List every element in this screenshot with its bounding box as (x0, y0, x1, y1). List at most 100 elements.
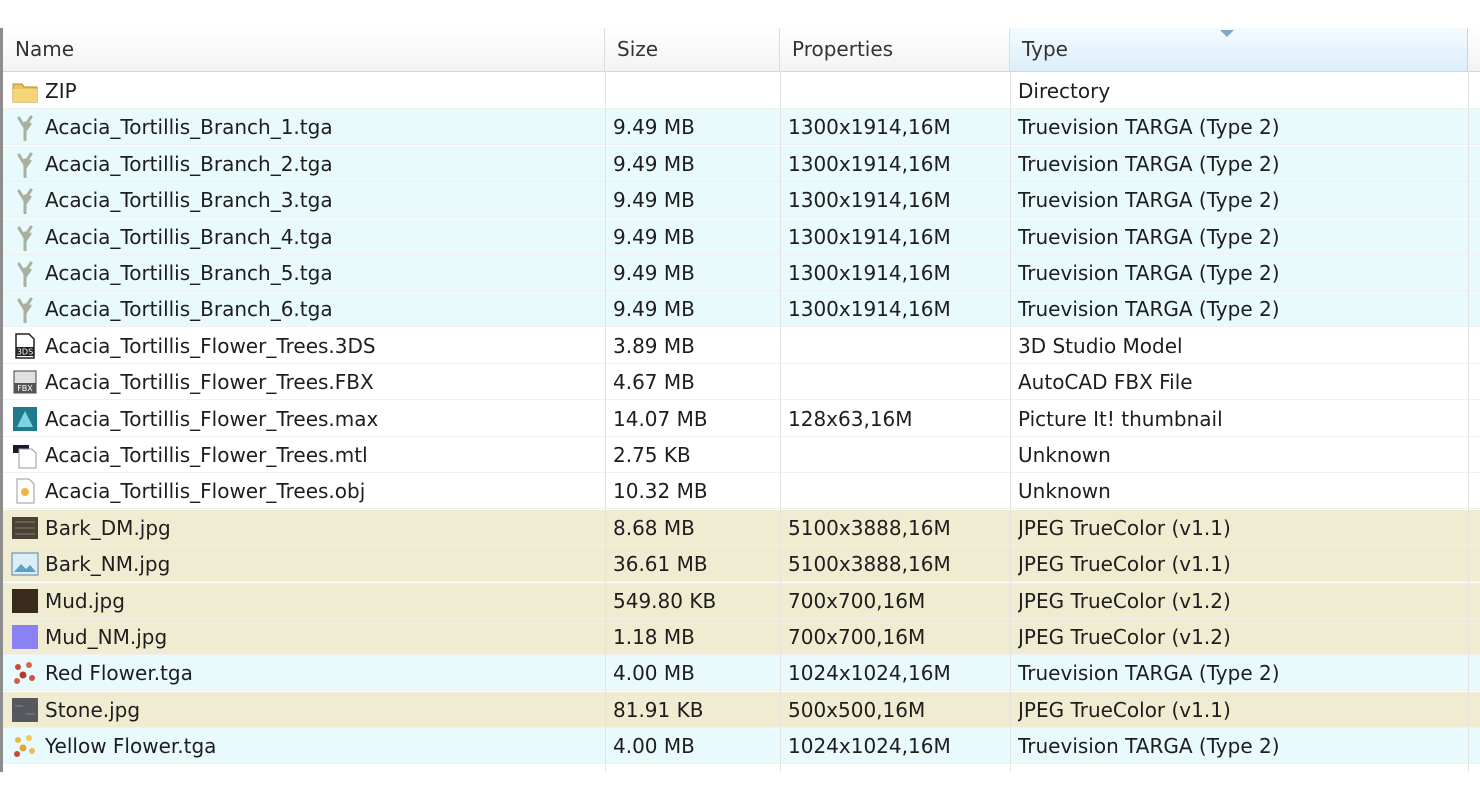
folder-icon (11, 77, 39, 105)
file-row[interactable]: FBX Acacia_Tortillis_Flower_Trees.FBX 4.67… (3, 364, 1480, 401)
yellow-flower-thumbnail-icon (11, 732, 39, 760)
file-size: 2.75 KB (613, 443, 691, 467)
file-name: Acacia_Tortillis_Flower_Trees.max (45, 406, 379, 431)
file-properties: 1300x1914,16M (788, 261, 951, 285)
file-name: Acacia_Tortillis_Flower_Trees.mtl (45, 443, 368, 467)
file-row[interactable]: Yellow Flower.tga 4.00 MB 1024x1024,16M Tru… (3, 728, 1480, 765)
column-header-name[interactable]: Name (3, 28, 605, 71)
file-row[interactable]: Acacia_Tortillis_Branch_2.tga 9.49 MB 1300… (3, 145, 1480, 182)
mtl-file-icon (11, 441, 39, 469)
file-size: 1.18 MB (613, 625, 695, 649)
file-type: JPEG TrueColor (v1.2) (1018, 588, 1231, 613)
column-header-size[interactable]: Size (605, 28, 780, 71)
file-row[interactable]: Mud.jpg 549.80 KB 700x700,16M JPEG TrueColo… (3, 582, 1480, 619)
file-type: Truevision TARGA (Type 2) (1018, 734, 1280, 759)
file-properties: 1300x1914,16M (788, 188, 951, 213)
file-properties (788, 73, 1003, 109)
file-name: Acacia_Tortillis_Branch_2.tga (45, 151, 333, 176)
file-properties: 1300x1914,16M (788, 224, 951, 249)
file-name: Stone.jpg (45, 697, 141, 722)
file-row[interactable]: Bark_DM.jpg 8.68 MB 5100x3888,16M JPEG True… (3, 509, 1480, 546)
file-size: 3.89 MB (613, 333, 695, 358)
file-type: Unknown (1018, 479, 1111, 504)
file-type: Unknown (1018, 443, 1111, 467)
branch-thumbnail-icon (11, 295, 39, 324)
file-row[interactable]: Acacia_Tortillis_Branch_6.tga 9.49 MB 1300… (3, 291, 1480, 328)
file-row[interactable]: Acacia_Tortillis_Branch_1.tga 9.49 MB 1300… (3, 109, 1480, 146)
file-row[interactable]: Acacia_Tortillis_Flower_Trees.max 14.07 M… (3, 401, 1480, 437)
file-row[interactable]: Red Flower.tga 4.00 MB 1024x1024,16M Truevi… (3, 655, 1480, 692)
normal-map-thumbnail-icon (11, 623, 39, 651)
file-name: Acacia_Tortillis_Branch_3.tga (45, 188, 333, 213)
file-properties (788, 437, 1003, 473)
image-file-icon (11, 550, 39, 578)
file-properties: 1024x1024,16M (788, 661, 951, 686)
stone-thumbnail-icon (11, 696, 39, 724)
column-header-row: Name Size Properties Type (3, 28, 1480, 72)
file-properties: 5100x3888,16M (788, 515, 951, 540)
file-name: Mud_NM.jpg (45, 625, 168, 649)
branch-thumbnail-icon (11, 223, 39, 252)
file-type: Directory (1018, 79, 1111, 103)
3ds-file-icon: 3DS (11, 332, 39, 360)
file-type: JPEG TrueColor (v1.1) (1018, 515, 1231, 540)
file-name: Acacia_Tortillis_Flower_Trees.FBX (45, 370, 374, 395)
file-properties: 700x700,16M (788, 625, 926, 649)
file-type: Truevision TARGA (Type 2) (1018, 115, 1280, 140)
file-size: 81.91 KB (613, 697, 704, 722)
file-size: 9.49 MB (613, 297, 695, 322)
file-size: 9.49 MB (613, 188, 695, 213)
file-row[interactable]: Acacia_Tortillis_Flower_Trees.obj 10.32 M… (3, 473, 1480, 510)
column-divider (1468, 71, 1469, 772)
column-header-type-label: Type (1022, 37, 1068, 61)
file-row[interactable]: Bark_NM.jpg 36.61 MB 5100x3888,16M JPEG Tru… (3, 546, 1480, 583)
branch-thumbnail-icon (11, 259, 39, 288)
file-type: JPEG TrueColor (v1.1) (1018, 552, 1231, 577)
file-size: 9.49 MB (613, 224, 695, 249)
file-size: 4.00 MB (613, 734, 695, 759)
file-size: 9.49 MB (613, 115, 695, 140)
sort-descending-icon (1220, 30, 1234, 37)
column-header-properties[interactable]: Properties (780, 28, 1010, 71)
file-properties: 1300x1914,16M (788, 115, 951, 140)
file-type: JPEG TrueColor (v1.2) (1018, 625, 1231, 649)
column-header-extra[interactable] (1468, 28, 1480, 71)
file-row[interactable]: ZIP Directory (3, 73, 1480, 109)
file-row[interactable]: Mud_NM.jpg 1.18 MB 700x700,16M JPEG TrueCol… (3, 619, 1480, 655)
file-type: Truevision TARGA (Type 2) (1018, 661, 1280, 686)
file-row[interactable]: Acacia_Tortillis_Branch_5.tga 9.49 MB 1300… (3, 255, 1480, 291)
file-row[interactable]: Acacia_Tortillis_Flower_Trees.mtl 2.75 KB… (3, 437, 1480, 473)
branch-thumbnail-icon (11, 186, 39, 215)
file-name: Acacia_Tortillis_Branch_1.tga (45, 115, 333, 140)
file-properties (788, 328, 1003, 364)
file-name: Mud.jpg (45, 588, 125, 613)
file-row[interactable]: 3DS Acacia_Tortillis_Flower_Trees.3DS 3.89… (3, 328, 1480, 364)
file-list-pane: Name Size Properties Type ZIP Directory Ac… (0, 28, 1480, 772)
file-type: Picture It! thumbnail (1018, 406, 1223, 431)
file-row[interactable]: Acacia_Tortillis_Branch_3.tga 9.49 MB 1300… (3, 182, 1480, 219)
column-divider (780, 71, 781, 772)
svg-text:FBX: FBX (17, 384, 33, 393)
file-type: AutoCAD FBX File (1018, 370, 1193, 395)
file-row[interactable]: Stone.jpg 81.91 KB 500x500,16M JPEG TrueCol… (3, 691, 1480, 728)
column-header-properties-label: Properties (792, 37, 894, 61)
file-size: 36.61 MB (613, 552, 708, 577)
file-size: 9.49 MB (613, 261, 695, 285)
file-properties: 5100x3888,16M (788, 552, 951, 577)
mud-thumbnail-icon (11, 587, 39, 615)
branch-thumbnail-icon (11, 150, 39, 179)
file-type: Truevision TARGA (Type 2) (1018, 188, 1280, 213)
obj-file-icon (11, 477, 39, 505)
column-header-name-label: Name (15, 37, 75, 61)
column-header-type[interactable]: Type (1010, 28, 1468, 71)
svg-text:3DS: 3DS (17, 347, 33, 356)
file-name: Yellow Flower.tga (45, 734, 217, 759)
file-size: 9.49 MB (613, 151, 695, 176)
column-divider (1010, 71, 1011, 772)
bark-thumbnail-icon (11, 514, 39, 542)
file-row[interactable]: Acacia_Tortillis_Branch_4.tga 9.49 MB 1300… (3, 218, 1480, 255)
column-divider (605, 71, 606, 772)
file-name: Bark_NM.jpg (45, 552, 171, 577)
file-properties: 1024x1024,16M (788, 734, 951, 759)
file-type: Truevision TARGA (Type 2) (1018, 224, 1280, 249)
